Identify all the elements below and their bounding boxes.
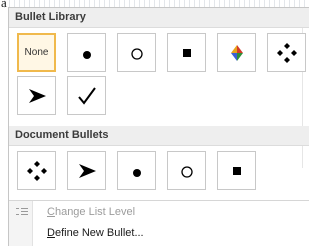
bullet-filled-square-tile[interactable] xyxy=(167,33,206,72)
document-bullet-filled-square-tile[interactable] xyxy=(217,151,256,190)
define-new-bullet-accelerator: D xyxy=(47,227,55,239)
change-list-level-accelerator: C xyxy=(47,206,55,218)
bullet-filled-circle-tile[interactable] xyxy=(67,33,106,72)
none-label: None xyxy=(24,47,49,58)
document-bullets-header: Document Bullets xyxy=(9,126,309,146)
hollow-circle-bullet-icon xyxy=(180,165,193,178)
filled-square-bullet-icon xyxy=(182,48,191,57)
four-diamond-cluster-bullet-icon xyxy=(276,42,297,63)
bullet-hollow-circle-tile[interactable] xyxy=(117,33,156,72)
bullets-dropdown-menu: Bullet Library None Document Bullets Cha… xyxy=(8,7,309,246)
arrowhead-bullet-icon xyxy=(78,163,96,178)
document-bullet-arrowhead-tile[interactable] xyxy=(67,151,106,190)
four-color-diamond-bullet-icon xyxy=(230,44,243,61)
define-new-bullet-label: efine New Bullet... xyxy=(54,227,144,239)
menu-divider xyxy=(9,200,309,201)
document-bullet-four-diamond-cluster-tile[interactable] xyxy=(17,151,56,190)
bullet-four-color-diamond-tile[interactable] xyxy=(217,33,256,72)
arrowhead-bullet-icon xyxy=(28,88,46,103)
define-new-bullet-menu-item[interactable]: Define New Bullet... xyxy=(9,223,309,244)
background-text-fragment: a xyxy=(1,0,7,10)
filled-circle-bullet-icon xyxy=(132,168,141,177)
change-list-level-menu-item[interactable]: Change List Level xyxy=(9,202,309,223)
list-level-icon xyxy=(16,208,28,215)
filled-circle-bullet-icon xyxy=(82,50,91,59)
four-diamond-cluster-bullet-icon xyxy=(26,160,47,181)
bullet-library-header: Bullet Library xyxy=(9,8,309,28)
checkmark-bullet-icon xyxy=(77,86,96,105)
document-bullet-hollow-circle-tile[interactable] xyxy=(167,151,206,190)
document-bullet-filled-circle-tile[interactable] xyxy=(117,151,156,190)
bullet-none-tile[interactable]: None xyxy=(17,33,56,72)
filled-square-bullet-icon xyxy=(232,166,241,175)
bullet-arrowhead-tile[interactable] xyxy=(17,76,56,115)
bullet-checkmark-tile[interactable] xyxy=(67,76,106,115)
bullet-four-diamond-cluster-tile[interactable] xyxy=(267,33,306,72)
hollow-circle-bullet-icon xyxy=(130,47,143,60)
change-list-level-label: hange List Level xyxy=(54,206,136,218)
